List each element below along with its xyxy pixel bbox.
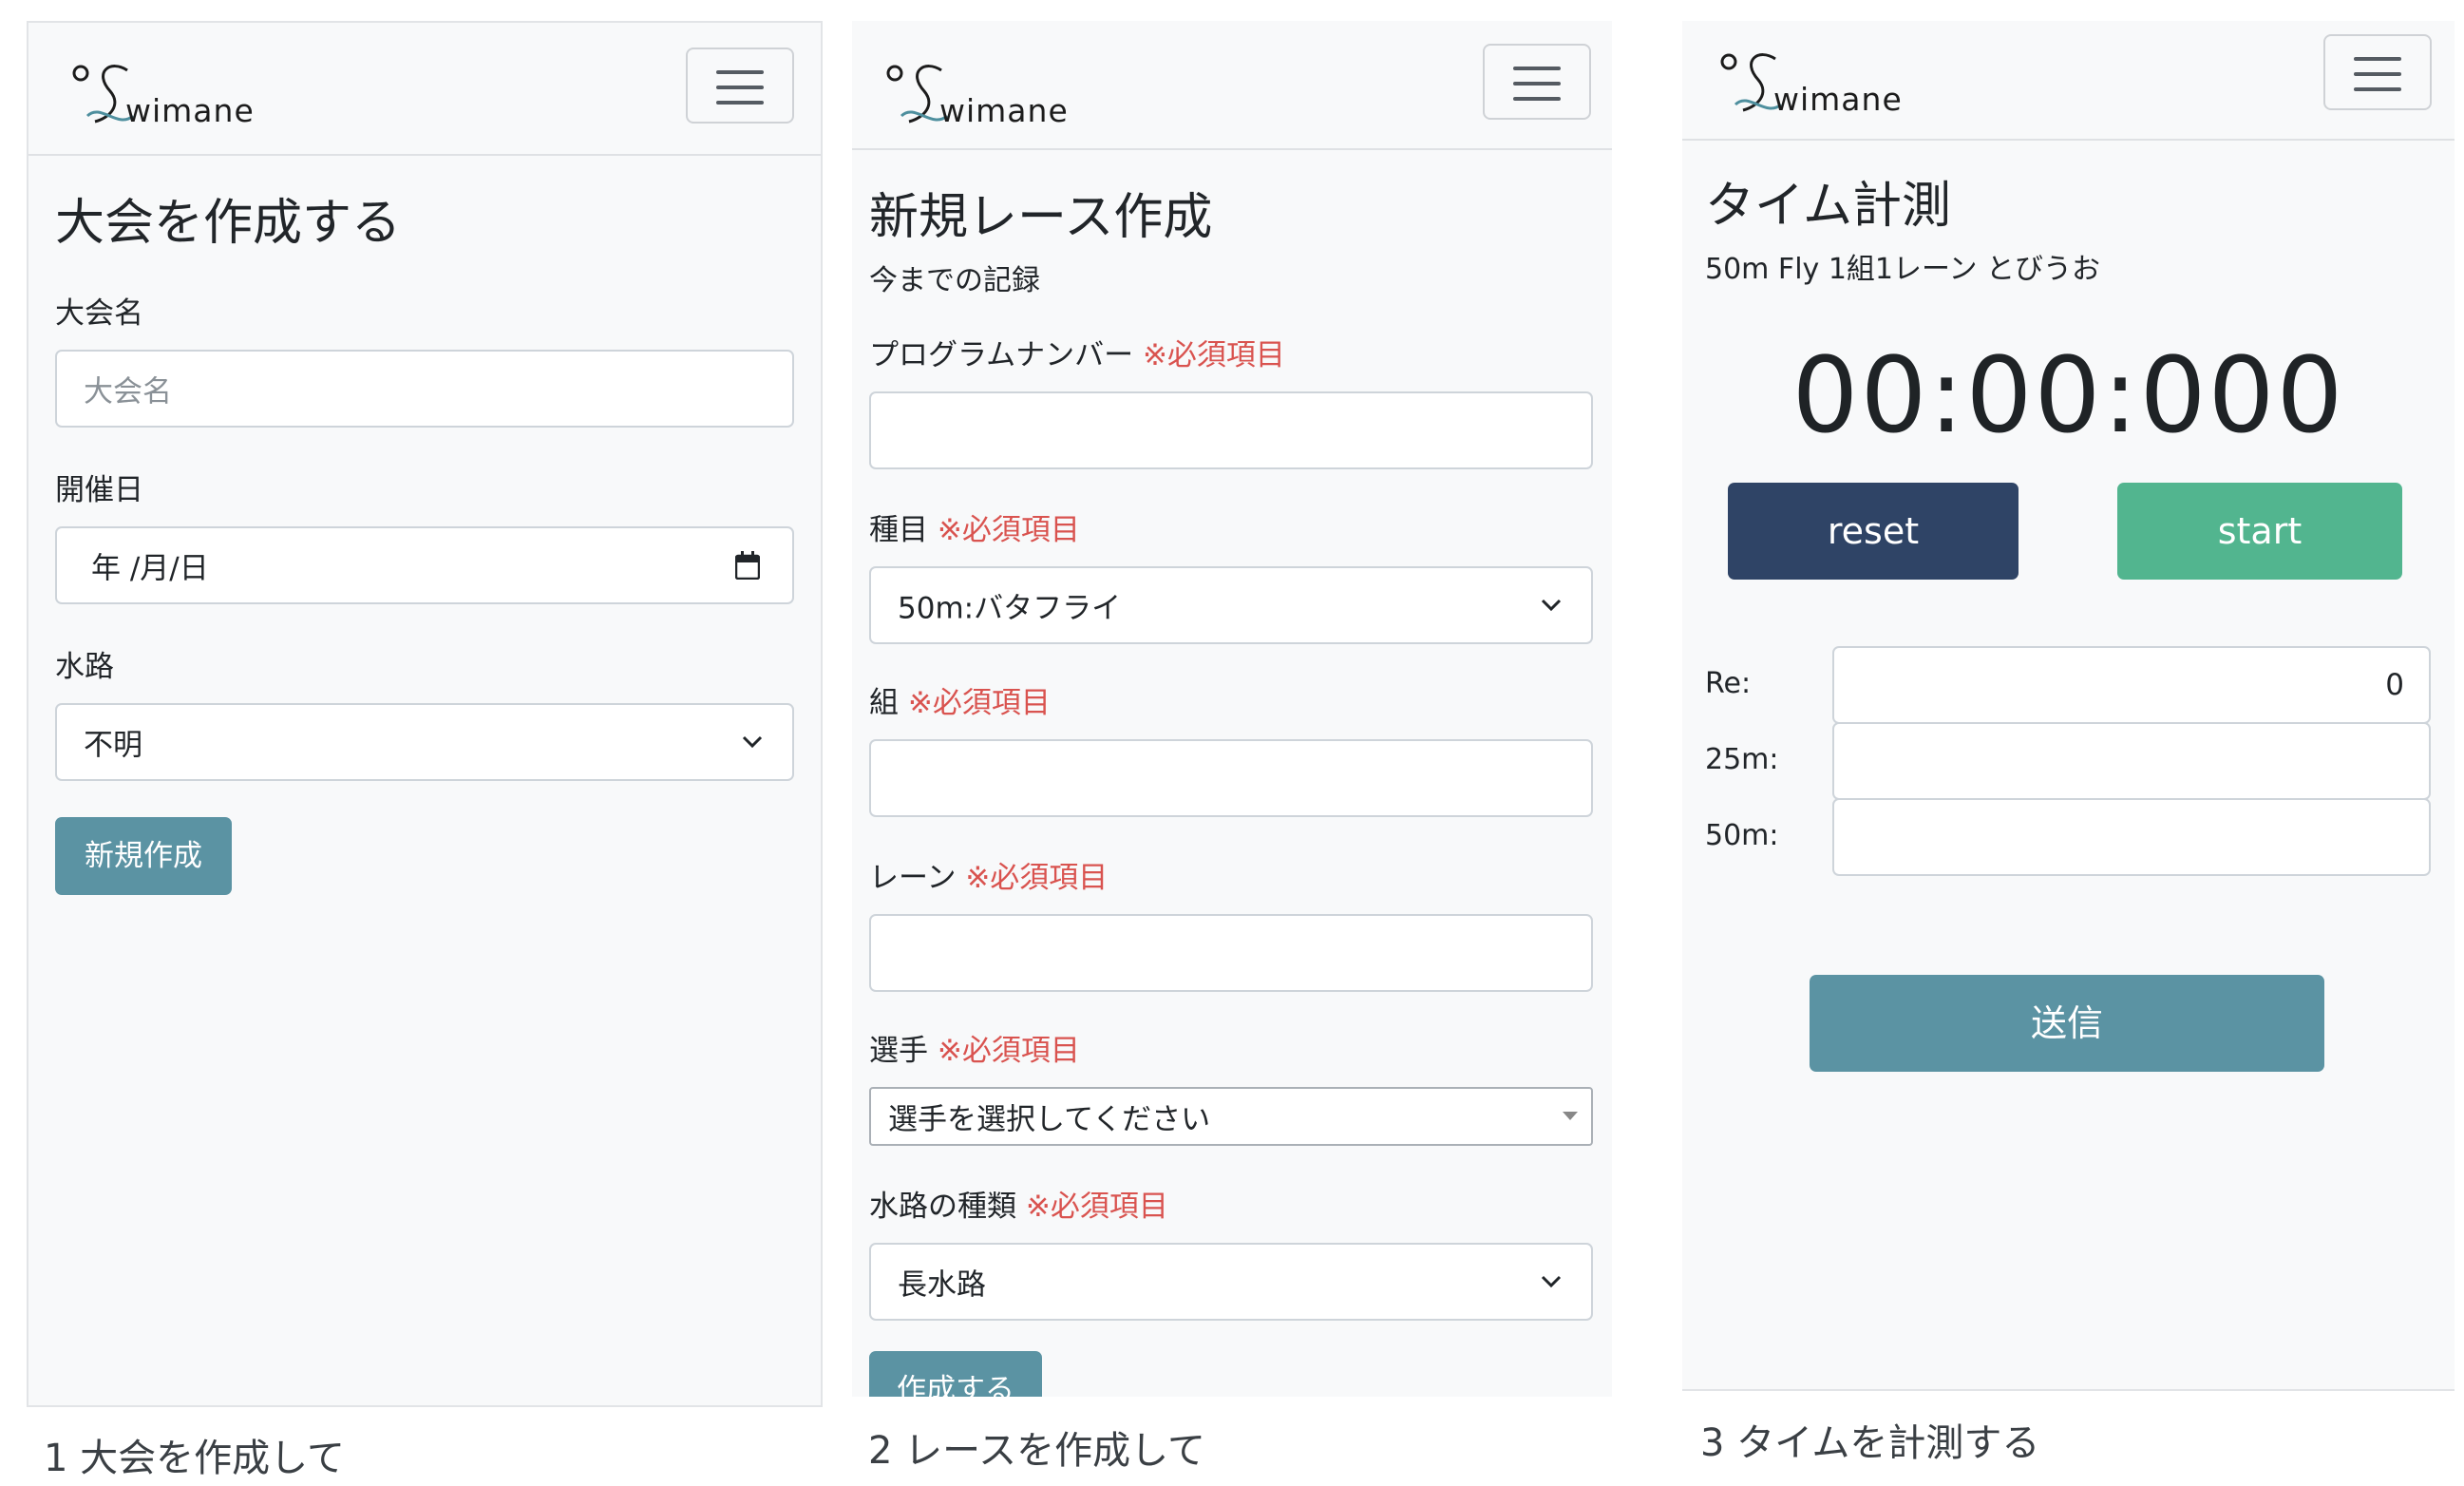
calendar-icon[interactable] — [735, 551, 760, 580]
pool-select[interactable]: 不明 — [55, 703, 794, 781]
chevron-down-icon — [1541, 599, 1562, 612]
split-50m-input[interactable] — [1832, 798, 2431, 876]
menu-toggle-button[interactable] — [686, 48, 794, 124]
required-mark: ※必須項目 — [1142, 338, 1285, 372]
page-title: タイム計測 — [1705, 178, 1951, 235]
hamburger-icon — [716, 70, 764, 74]
race-info: 50m Fly 1組1レーン とびうお — [1705, 253, 2101, 286]
event-label-text: 種目 — [869, 513, 928, 547]
split-25m-input[interactable] — [1832, 722, 2431, 800]
logo-text: wimane — [125, 92, 255, 129]
date-label: 開催日 — [55, 473, 143, 507]
heat-label-text: 組 — [869, 686, 899, 720]
create-race-panel: wimane 新規レース作成 今までの記録 プログラムナンバー ※必須項目 種目… — [852, 21, 1612, 1397]
re-value: 0 — [2385, 668, 2404, 702]
chevron-down-icon — [1541, 1275, 1562, 1288]
program-number-input[interactable] — [869, 391, 1593, 469]
hamburger-icon-bar — [716, 101, 764, 105]
re-label: Re: — [1705, 667, 1752, 700]
chevron-down-icon — [742, 735, 763, 749]
caret-down-icon — [1563, 1112, 1578, 1120]
lane-label-text: レーン — [869, 861, 957, 895]
step-2-caption: 2 レースを作成して — [868, 1429, 1205, 1473]
event-label: 種目 ※必須項目 — [869, 505, 1080, 548]
program-number-label: プログラムナンバー ※必須項目 — [869, 331, 1285, 373]
swimmer-select-value: 選手を選択してください — [888, 1102, 1211, 1137]
menu-toggle-button[interactable] — [2323, 34, 2432, 110]
pool-type-select[interactable]: 長水路 — [869, 1243, 1593, 1321]
required-mark: ※必須項目 — [907, 686, 1051, 720]
event-select-value: 50m:バタフライ — [898, 591, 1122, 626]
split-50m-label: 50m: — [1705, 819, 1779, 852]
logo-text: wimane — [1773, 81, 1903, 118]
timer-display: 00:00:000 — [1791, 334, 2345, 456]
hamburger-icon — [1513, 67, 1561, 70]
pool-type-label-text: 水路の種類 — [869, 1190, 1016, 1224]
swimmer-label-text: 選手 — [869, 1034, 928, 1068]
send-button[interactable]: 送信 — [1810, 975, 2324, 1072]
meet-name-label: 大会名 — [55, 296, 143, 331]
heat-label: 組 ※必須項目 — [869, 678, 1051, 721]
create-race-button[interactable]: 作成する — [869, 1351, 1042, 1397]
hamburger-icon-bar — [2354, 72, 2401, 76]
lane-label: レーン ※必須項目 — [869, 853, 1108, 896]
page-title: 大会を作成する — [55, 195, 402, 252]
pool-type-label: 水路の種類 ※必須項目 — [869, 1182, 1168, 1225]
program-number-label-text: プログラムナンバー — [869, 338, 1134, 372]
hamburger-icon-bar — [2354, 87, 2401, 91]
heat-input[interactable] — [869, 739, 1593, 817]
meet-name-input[interactable]: 大会名 — [55, 350, 794, 428]
re-input[interactable]: 0 — [1832, 646, 2431, 724]
page-title: 新規レース作成 — [869, 189, 1213, 246]
split-25m-label: 25m: — [1705, 743, 1779, 776]
meet-name-placeholder: 大会名 — [84, 374, 172, 410]
brand-logo[interactable]: wimane — [72, 59, 262, 154]
create-meet-button[interactable]: 新規作成 — [55, 817, 232, 895]
step-3-caption: 3 タイムを計測する — [1700, 1421, 2040, 1465]
logo-text: wimane — [939, 92, 1069, 129]
time-measure-panel: wimane タイム計測 50m Fly 1組1レーン とびうお 00:00:0… — [1682, 21, 2455, 1391]
hamburger-icon-bar — [716, 86, 764, 89]
reset-button[interactable]: reset — [1728, 483, 2019, 580]
required-mark: ※必須項目 — [937, 1034, 1080, 1068]
step-1-caption: 1 大会を作成して — [44, 1437, 345, 1480]
menu-toggle-button[interactable] — [1483, 44, 1591, 120]
hamburger-icon-bar — [1513, 97, 1561, 101]
pool-type-select-value: 長水路 — [898, 1267, 986, 1303]
create-meet-panel: wimane 大会を作成する 大会名 大会名 開催日 年 /月/日 水路 不明 … — [27, 21, 823, 1407]
navbar: wimane — [852, 21, 1612, 150]
hamburger-icon — [2354, 57, 2401, 61]
event-select[interactable]: 50m:バタフライ — [869, 566, 1593, 644]
swimmer-select[interactable]: 選手を選択してください — [869, 1087, 1593, 1146]
start-button[interactable]: start — [2117, 483, 2402, 580]
hamburger-icon-bar — [1513, 82, 1561, 86]
swimmer-label: 選手 ※必須項目 — [869, 1026, 1080, 1069]
required-mark: ※必須項目 — [937, 513, 1080, 547]
navbar: wimane — [1682, 21, 2455, 141]
history-link[interactable]: 今までの記録 — [869, 257, 1040, 298]
date-value: 年 /月/日 — [91, 551, 209, 586]
brand-logo[interactable]: wimane — [886, 59, 1076, 154]
required-mark: ※必須項目 — [1025, 1190, 1168, 1224]
lane-input[interactable] — [869, 914, 1593, 992]
pool-label: 水路 — [55, 650, 114, 684]
navbar: wimane — [28, 23, 821, 156]
brand-logo[interactable]: wimane — [1720, 48, 1910, 143]
date-input[interactable]: 年 /月/日 — [55, 526, 794, 604]
required-mark: ※必須項目 — [965, 861, 1109, 895]
pool-select-value: 不明 — [84, 728, 142, 763]
